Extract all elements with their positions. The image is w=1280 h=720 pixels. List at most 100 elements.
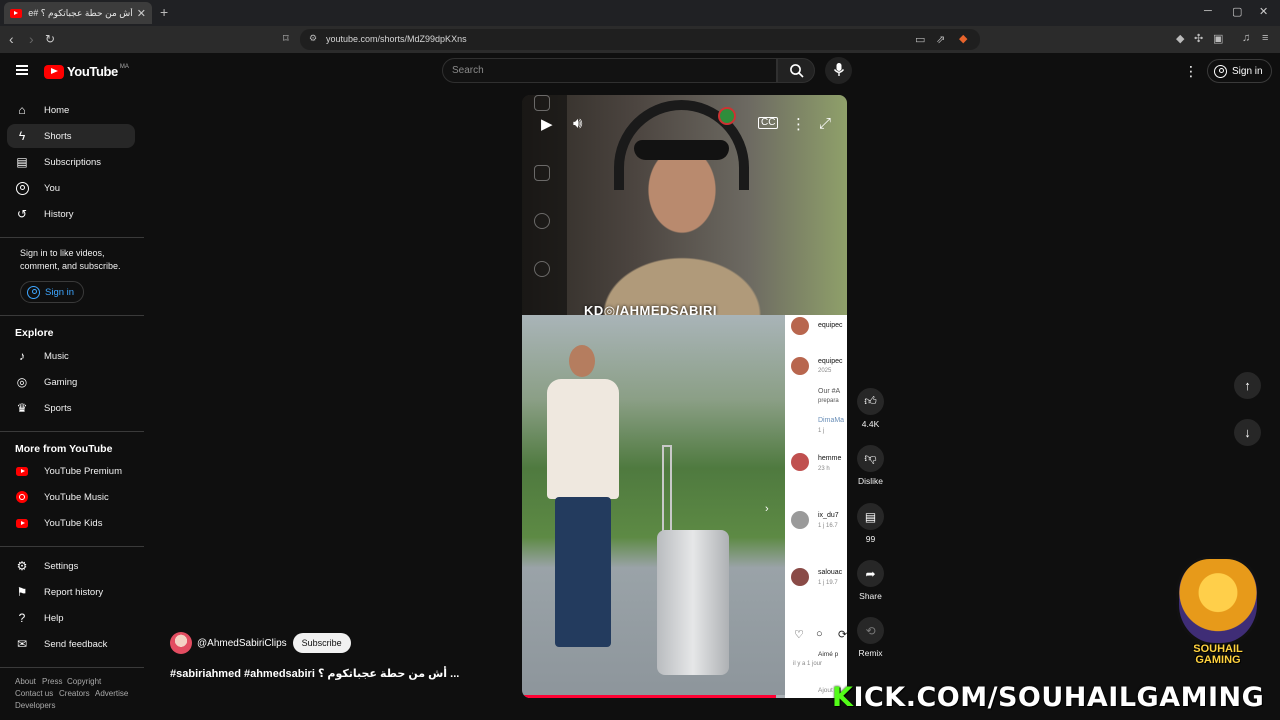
sidebar-item-report-history[interactable]: ⚑ Report history (7, 580, 135, 604)
sidebar-item-subscriptions[interactable]: ▤ Subscriptions (7, 150, 135, 174)
dislike-button[interactable]: 👎︎ (857, 445, 884, 472)
previous-short-button[interactable]: ↑ (1234, 372, 1261, 399)
search-box[interactable] (442, 58, 777, 83)
sidebar-sign-in-button[interactable]: Sign in (20, 281, 85, 303)
footer-link-advertise[interactable]: Advertise (95, 689, 128, 698)
gaming-icon: ◎ (16, 375, 28, 389)
maximize-icon[interactable]: ▢ (1232, 5, 1242, 18)
youtube-logo[interactable]: YouTube MA (44, 64, 129, 79)
shorts-video-player[interactable]: KD◎/AHMEDSABIRI › equipec equipec 2025 O… (522, 95, 847, 698)
share-page-icon[interactable]: ⇗ (936, 33, 945, 46)
footer-link-developers[interactable]: Developers (15, 701, 55, 710)
sidebar-item-you[interactable]: You (7, 176, 135, 200)
comment-meta: 1 j 19.7 (818, 580, 838, 586)
sidebar-item-sports[interactable]: ♛ Sports (7, 396, 135, 420)
reload-icon[interactable]: ↻ (45, 32, 55, 46)
remix-button[interactable]: ⟲ (857, 617, 884, 644)
remix-label: Remix (858, 648, 883, 658)
footer-link-copyright[interactable]: Copyright (67, 677, 101, 686)
short-title[interactable]: #sabiriahmed #ahmedsabiri أش من حطة عجبا… (170, 667, 459, 680)
footer-link-creators[interactable]: Creators (59, 689, 90, 698)
address-bar-row: ‹ › ↻ ⌑ ⚙ youtube.com/shorts/MdZ99dpKXns… (0, 26, 1280, 53)
footer-link-about[interactable]: About (15, 677, 36, 686)
sidebar-item-settings[interactable]: ⚙ Settings (7, 554, 135, 578)
footer-link-contact[interactable]: Contact us (15, 689, 53, 698)
sidebar-item-shorts[interactable]: ϟ Shorts (7, 124, 135, 148)
logo-wordmark: YouTube (67, 64, 118, 79)
media-icon[interactable]: ♫ (1242, 32, 1250, 44)
channel-row: @AhmedSabiriClips Subscribe (170, 632, 351, 654)
comment-text: DimaMa (818, 417, 845, 424)
captions-icon[interactable]: CC (758, 117, 779, 129)
site-info-icon[interactable]: ⚙ (309, 33, 317, 44)
comment-meta: 1 j (818, 428, 825, 434)
more-options-icon[interactable]: ⋮ (791, 115, 806, 133)
forward-icon[interactable]: › (29, 31, 34, 47)
close-tab-icon[interactable]: ✕ (137, 7, 146, 20)
sports-icon: ♛ (16, 401, 28, 415)
brave-shield-icon[interactable]: ◆ (959, 32, 967, 45)
region-code: MA (119, 63, 129, 70)
hamburger-menu-icon[interactable] (16, 65, 28, 75)
instagram-icon (534, 95, 550, 111)
feedback-icon: ✉ (16, 637, 28, 651)
sidebar-item-home[interactable]: ⌂ Home (7, 98, 135, 122)
music-icon: ♪ (19, 349, 25, 363)
sidebar-item-music[interactable]: ♪ Music (7, 344, 135, 368)
share-button[interactable]: ➦ (857, 560, 884, 587)
fullscreen-icon[interactable]: ⤢ (819, 115, 831, 132)
video-progress-fill (522, 695, 776, 698)
next-short-button[interactable]: ↓ (1234, 419, 1261, 446)
youtube-favicon-icon (10, 8, 22, 18)
minimize-icon[interactable]: ─ (1204, 5, 1212, 17)
footer-link-press[interactable]: Press (42, 677, 62, 686)
cast-icon[interactable]: ▭ (915, 33, 925, 46)
search-button[interactable] (777, 58, 815, 83)
share-label: Share (859, 591, 882, 601)
menu-icon[interactable]: ≡ (1262, 32, 1268, 44)
help-icon: ? (18, 611, 26, 625)
extensions-icon[interactable]: ✣ (1194, 32, 1203, 45)
sidebar-item-label: Sports (44, 402, 72, 414)
url-field[interactable]: ⚙ youtube.com/shorts/MdZ99dpKXns ▭ ⇗ ◆ (300, 29, 980, 50)
sidebar-item-help[interactable]: ? Help (7, 606, 135, 630)
volume-icon[interactable]: 🔊︎ (573, 115, 582, 132)
settings-menu-icon[interactable]: ⋮ (1184, 63, 1198, 80)
liked-by-text: Aimé p (818, 651, 839, 658)
thumbs-up-icon: 👍︎ (864, 394, 877, 408)
back-icon[interactable]: ‹ (9, 31, 14, 47)
comments-button[interactable]: ▤ (857, 503, 884, 530)
sidebar-item-send-feedback[interactable]: ✉ Send feedback (7, 632, 135, 656)
sign-in-promo-text: Sign in to like videos, comment, and sub… (20, 248, 121, 271)
sidebar-item-youtube-premium[interactable]: YouTube Premium (7, 459, 135, 483)
sidebar-item-gaming[interactable]: ◎ Gaming (7, 370, 135, 394)
sidebar-item-label: History (44, 208, 74, 220)
diamond-icon[interactable]: ◆ (1176, 32, 1184, 45)
sidebar-item-youtube-music[interactable]: YouTube Music (7, 485, 135, 509)
subscribe-button[interactable]: Subscribe (292, 633, 351, 653)
close-window-icon[interactable]: ✕ (1259, 5, 1268, 18)
voice-search-button[interactable] (825, 57, 852, 84)
new-tab-button[interactable]: + (160, 4, 168, 20)
sidebar-toggle-icon[interactable]: ▣ (1213, 32, 1223, 45)
sign-in-button[interactable]: Sign in (1207, 59, 1272, 83)
play-icon[interactable]: ▶ (541, 115, 553, 133)
kick-channel-banner: KICK.COM/SOUHAILGAMING (832, 682, 1265, 713)
sidebar-item-history[interactable]: ↺ History (7, 202, 135, 226)
channel-name[interactable]: @AhmedSabiriClips (197, 638, 287, 649)
browser-tab[interactable]: أش من حطة عجباتكوم ؟ #ouTube ✕ (4, 2, 152, 24)
bookmark-icon[interactable]: ⌑ (283, 32, 289, 45)
arrow-up-icon: ↑ (1244, 378, 1251, 393)
sidebar-item-youtube-kids[interactable]: YouTube Kids (7, 511, 135, 535)
gear-icon: ⚙ (16, 559, 28, 573)
embedded-comments-strip: equipec equipec 2025 Our #A prepara Dima… (785, 315, 847, 698)
remix-icon: ⟲ (865, 623, 876, 638)
channel-avatar[interactable] (170, 632, 192, 654)
account-icon (1214, 64, 1227, 78)
suitcase-handle (662, 445, 672, 535)
video-progress-bar[interactable] (522, 695, 847, 698)
video-person (547, 345, 619, 675)
search-input[interactable] (443, 59, 776, 82)
like-button[interactable]: 👍︎ (857, 388, 884, 415)
comment-meta: prepara (818, 398, 839, 404)
